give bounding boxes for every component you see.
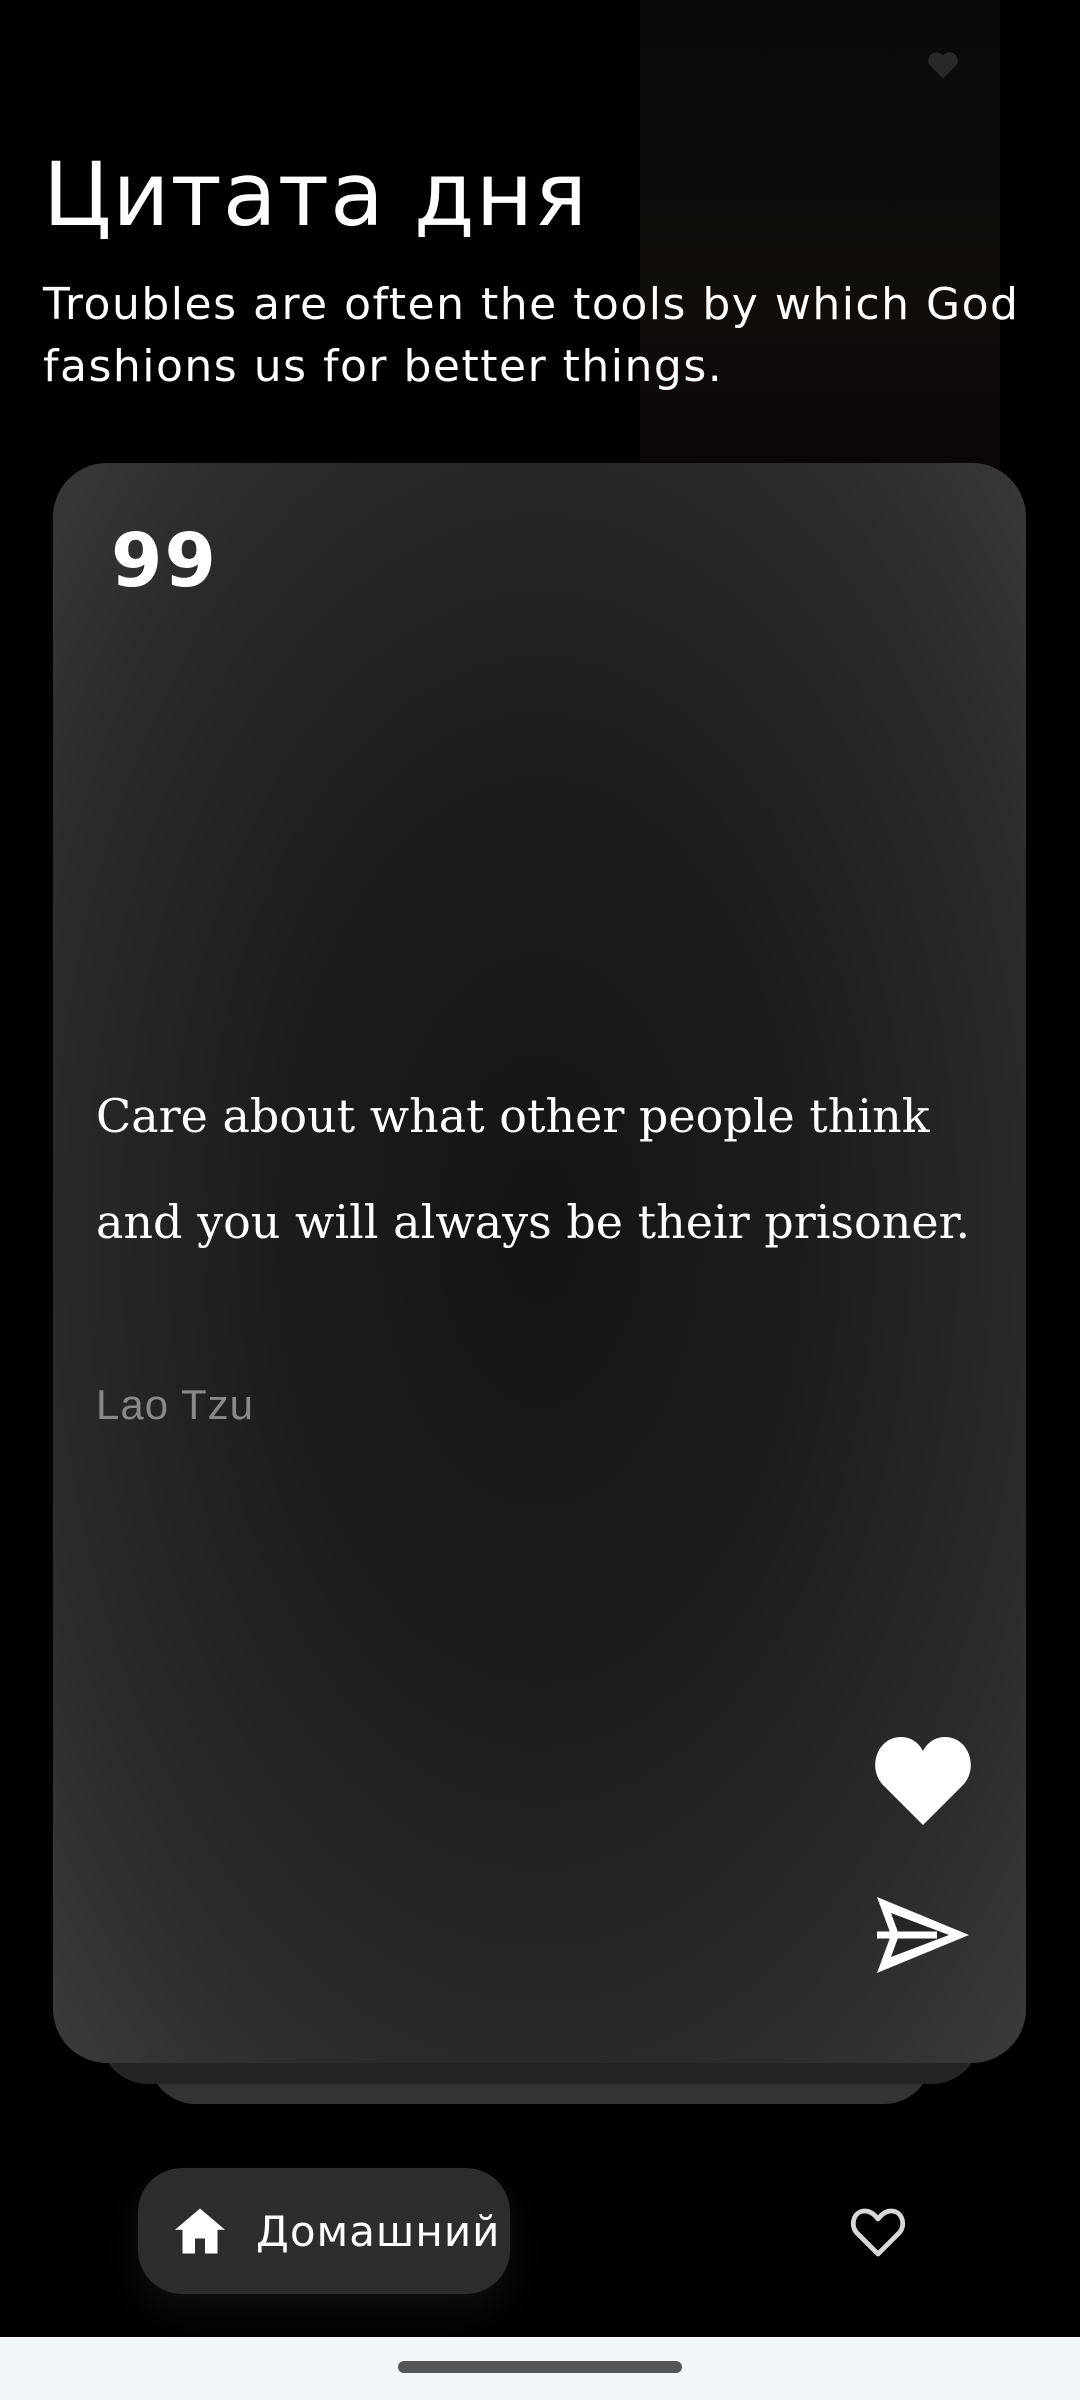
page-title: Цитата дня (43, 143, 589, 246)
quote-mark-icon: 99 (111, 518, 218, 604)
heart-filled-icon[interactable] (873, 1733, 973, 1829)
home-icon (175, 2208, 225, 2254)
heart-outline-icon[interactable] (850, 2206, 906, 2258)
quote-card[interactable]: 99 Care about what other people think an… (53, 463, 1026, 2063)
daily-quote-subtitle: Troubles are often the tools by which Go… (43, 279, 1020, 392)
status-heart-icon (928, 52, 958, 79)
quote-author: Lao Tzu (96, 1381, 254, 1428)
gesture-handle[interactable] (398, 2361, 682, 2373)
quote-text: Care about what other people think and y… (96, 1089, 971, 1249)
nav-home-button[interactable]: Домашний (138, 2168, 510, 2294)
nav-home-label: Домашний (256, 2206, 501, 2256)
send-icon[interactable] (873, 1893, 973, 1977)
gesture-navigation-bar (0, 2337, 1080, 2400)
